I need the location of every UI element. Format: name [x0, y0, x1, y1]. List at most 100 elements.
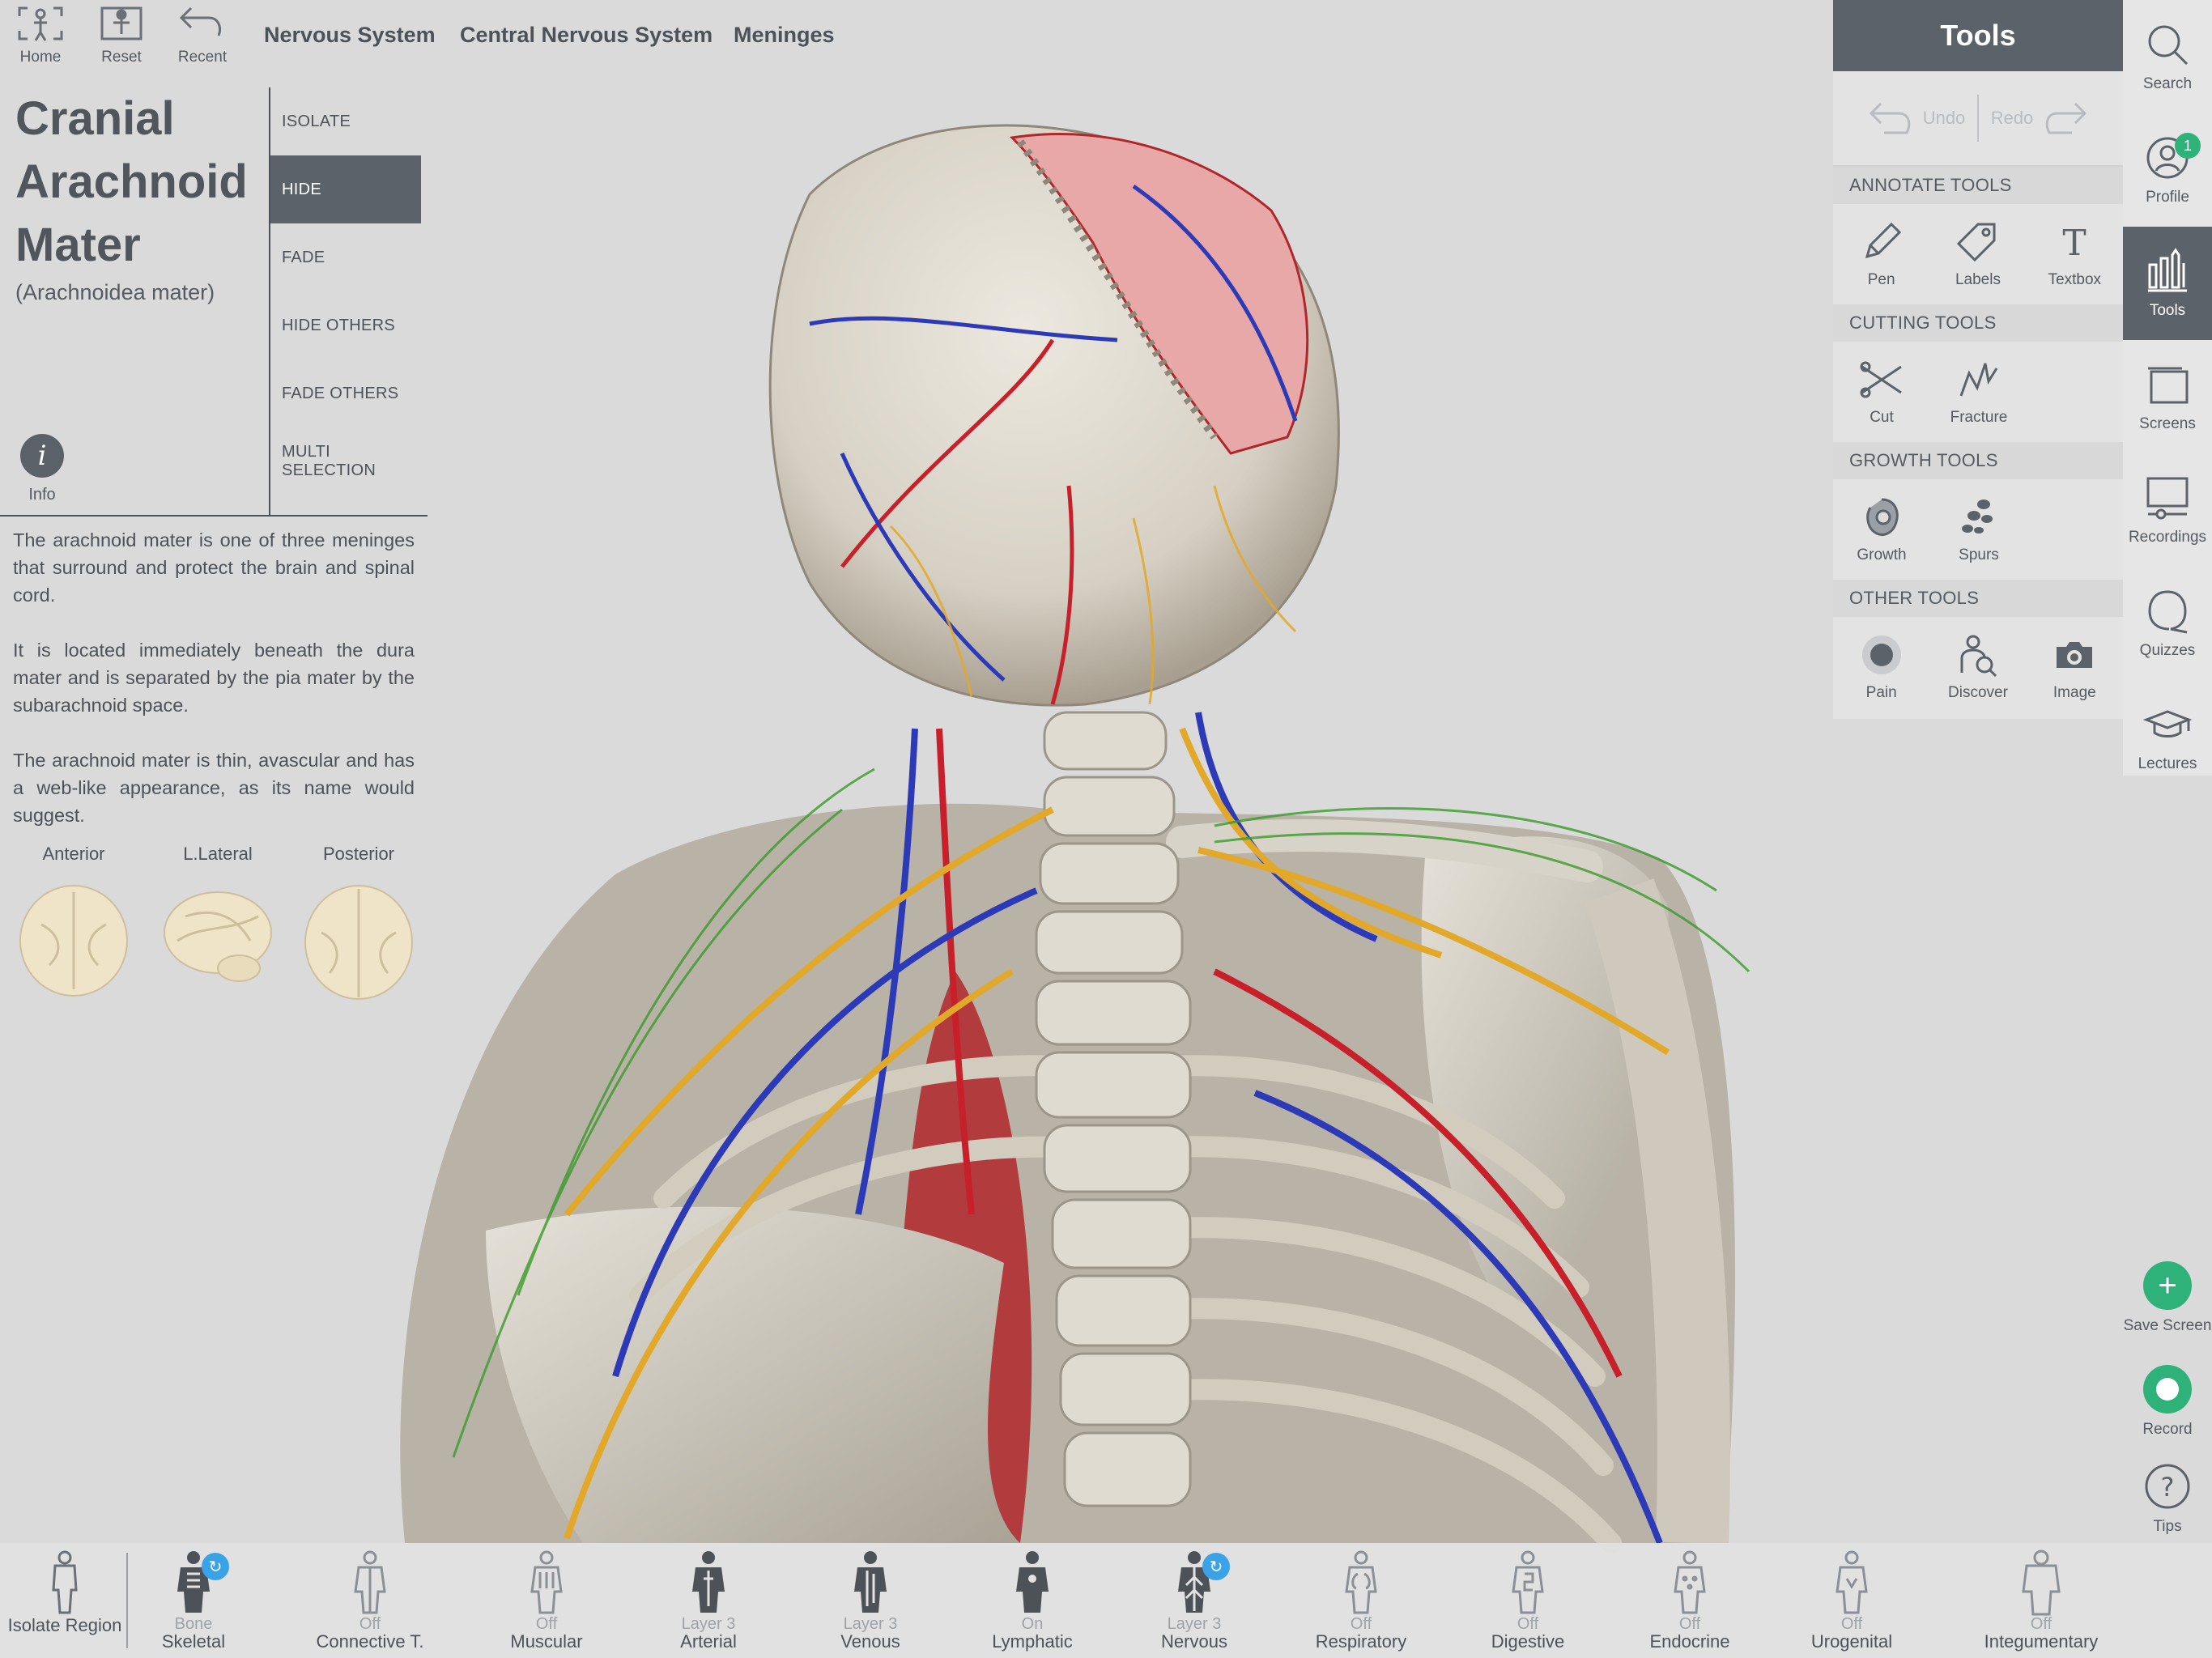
pen-icon: [1865, 222, 1901, 259]
system-state: On: [1021, 1615, 1044, 1633]
breadcrumb-meninges[interactable]: Meninges: [734, 23, 835, 48]
system-name: Venous: [840, 1631, 900, 1652]
breadcrumb-nervous-system[interactable]: Nervous System: [264, 23, 436, 48]
home-button[interactable]: Home: [0, 3, 81, 71]
save-screen-button[interactable]: + Save Screen: [2123, 1261, 2212, 1334]
spurs-tool[interactable]: Spurs: [1930, 479, 2027, 580]
pen-tool[interactable]: Pen: [1833, 204, 1929, 304]
system-name: Connective T.: [316, 1631, 424, 1652]
action-hide[interactable]: HIDE: [270, 155, 421, 223]
record-button[interactable]: Record: [2123, 1365, 2212, 1438]
system-endocrine[interactable]: Off Endocrine: [1617, 1550, 1763, 1655]
structure-latin-name: (Arachnoidea mater): [15, 280, 215, 304]
structure-action-menu: ISOLATE HIDE FADE HIDE OTHERS FADE OTHER…: [269, 87, 421, 517]
other-tools-row: Pain Discover Image: [1833, 617, 2123, 717]
growth-icon: [1866, 498, 1899, 536]
action-hide-others[interactable]: HIDE OTHERS: [270, 291, 421, 359]
sync-icon[interactable]: ↻: [202, 1553, 229, 1580]
skull[interactable]: [768, 124, 1340, 707]
record-label: Record: [2142, 1421, 2193, 1438]
spurs-icon: [1962, 500, 1993, 534]
sidebar-item-label: Tools: [2149, 302, 2186, 319]
left-scapula[interactable]: [486, 1206, 1020, 1543]
pain-label: Pain: [1865, 684, 1897, 701]
info-button[interactable]: i Info: [15, 434, 70, 507]
textbox-icon: T: [2063, 223, 2087, 264]
sidebar-item-profile[interactable]: 1 Profile: [2123, 113, 2212, 227]
recordings-icon: [2146, 477, 2189, 520]
image-label: Image: [2052, 684, 2096, 701]
system-state: Off: [535, 1615, 558, 1633]
view-posterior[interactable]: Posterior: [298, 844, 419, 1005]
description-paragraph: The arachnoid mater is thin, avascular a…: [13, 750, 415, 826]
redo-icon: [2046, 102, 2087, 134]
isolate-region-button[interactable]: Isolate Region: [0, 1550, 138, 1655]
digestive-system-icon: [1512, 1550, 1544, 1614]
action-fade-others[interactable]: FADE OTHERS: [270, 359, 421, 427]
sidebar-item-lectures[interactable]: Lectures: [2123, 680, 2212, 793]
sync-icon[interactable]: ↻: [1202, 1553, 1230, 1580]
view-anterior[interactable]: Anterior: [13, 844, 134, 1005]
camera-icon: [2057, 642, 2093, 668]
system-integumentary[interactable]: Off Integumentary: [1968, 1550, 2114, 1655]
label-tag-icon: [1956, 223, 1996, 262]
muscular-system-icon: [530, 1550, 563, 1614]
growth-tool[interactable]: Growth: [1833, 479, 1930, 580]
system-lymphatic[interactable]: On Lymphatic: [959, 1550, 1105, 1655]
system-state: Off: [1516, 1615, 1539, 1633]
redo-button[interactable]: Redo: [1979, 100, 2100, 136]
quizzes-icon: [2148, 590, 2188, 634]
system-nervous[interactable]: ↻ Layer 3 Nervous: [1121, 1550, 1267, 1655]
anatomy-model[interactable]: [400, 124, 1750, 1554]
integumentary-system-icon: [2022, 1550, 2061, 1616]
system-name: Muscular: [510, 1631, 583, 1652]
labels-tool[interactable]: Labels: [1929, 204, 2026, 304]
arterial-system-icon: [692, 1551, 725, 1613]
pain-tool[interactable]: Pain: [1833, 617, 1929, 717]
textbox-tool[interactable]: T Textbox: [2027, 204, 2123, 304]
sidebar-item-tools[interactable]: Tools: [2123, 227, 2212, 340]
system-urogenital[interactable]: Off Urogenital: [1779, 1550, 1925, 1655]
cut-tool[interactable]: Cut: [1833, 342, 1930, 442]
recent-button[interactable]: Recent: [162, 3, 243, 71]
fracture-tool[interactable]: Fracture: [1930, 342, 2027, 442]
sidebar-item-screens[interactable]: Screens: [2123, 340, 2212, 453]
system-arterial[interactable]: Layer 3 Arterial: [636, 1550, 781, 1655]
system-muscular[interactable]: Off Muscular: [474, 1550, 619, 1655]
sidebar-item-search[interactable]: Search: [2123, 0, 2212, 113]
action-isolate[interactable]: ISOLATE: [270, 87, 421, 155]
system-venous[interactable]: Layer 3 Venous: [798, 1550, 943, 1655]
view-left-lateral[interactable]: L.Lateral: [157, 844, 279, 1005]
image-tool[interactable]: Image: [2027, 617, 2123, 717]
system-state: Layer 3: [843, 1615, 898, 1633]
growth-label: Growth: [1857, 546, 1907, 563]
venous-system-icon: [854, 1551, 887, 1613]
undo-button[interactable]: Undo: [1856, 100, 1977, 136]
fracture-icon: [1959, 363, 1998, 397]
view-label: Posterior: [322, 844, 395, 864]
action-fade[interactable]: FADE: [270, 223, 421, 291]
system-skeletal[interactable]: ↻ Bone Skeletal: [121, 1550, 266, 1655]
system-connective-tissue[interactable]: Off Connective T.: [297, 1550, 443, 1655]
plus-icon: +: [2143, 1261, 2192, 1310]
view-label: L.Lateral: [183, 844, 253, 864]
sidebar-item-quizzes[interactable]: Quizzes: [2123, 567, 2212, 680]
sidebar-item-label: Search: [2142, 75, 2193, 92]
body-figure-icon: [52, 1550, 78, 1614]
brain-lateral-thumbnail: [164, 891, 272, 982]
breadcrumb-central-nervous-system[interactable]: Central Nervous System: [460, 23, 713, 48]
reset-button[interactable]: Reset: [81, 3, 162, 71]
discover-tool[interactable]: Discover: [1929, 617, 2026, 717]
tips-button[interactable]: ? Tips: [2123, 1462, 2212, 1535]
help-icon: ?: [2145, 1464, 2190, 1509]
action-multi-selection[interactable]: MULTI SELECTION: [270, 427, 421, 495]
system-respiratory[interactable]: Off Respiratory: [1288, 1550, 1434, 1655]
system-name: Digestive: [1491, 1631, 1565, 1652]
system-name: Isolate Region: [7, 1615, 122, 1635]
sidebar-item-recordings[interactable]: Recordings: [2123, 453, 2212, 567]
system-digestive[interactable]: Off Digestive: [1455, 1550, 1601, 1655]
info-label: Info: [28, 486, 56, 504]
description-paragraph: The arachnoid mater is one of three meni…: [13, 529, 415, 606]
sidebar-item-label: Lectures: [2138, 755, 2197, 772]
panel-divider: [0, 515, 428, 517]
